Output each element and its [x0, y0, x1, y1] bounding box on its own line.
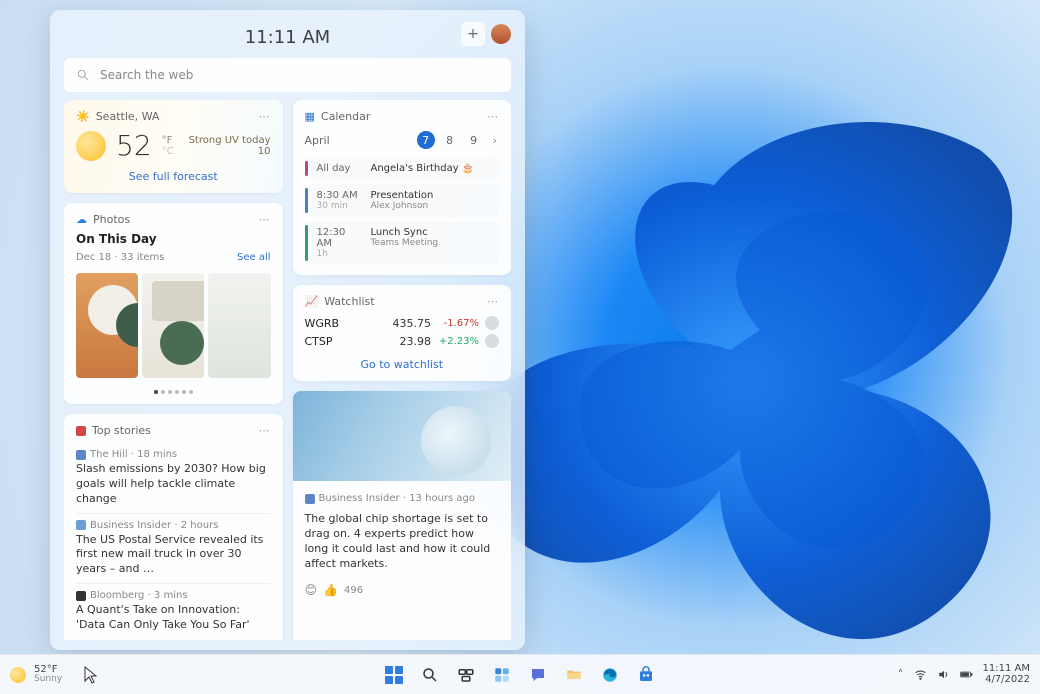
calendar-day[interactable]: 9 [465, 131, 483, 149]
file-explorer-button[interactable] [561, 662, 587, 688]
user-avatar[interactable] [491, 24, 511, 44]
taskbar-time: 11:11 AM [983, 664, 1030, 675]
calendar-event[interactable]: 8:30 AM30 minPresentationAlex Johnson [305, 184, 500, 217]
taskbar-date: 4/7/2022 [985, 675, 1030, 686]
top-stories-menu-button[interactable]: ⋯ [259, 424, 271, 437]
taskbar-center [381, 662, 659, 688]
watchlist-icon: 📈 [305, 295, 319, 308]
photo-thumbnail[interactable] [142, 273, 204, 378]
reaction-icon: 👍 [323, 583, 338, 597]
news-story[interactable]: Bloomberg · 3 minsA Quant's Take on Inno… [76, 583, 271, 639]
weather-widget[interactable]: ☀️ Seattle, WA ⋯ 52 °F °C Strong UV toda… [64, 100, 283, 193]
featured-image [293, 391, 512, 481]
search-icon [76, 68, 90, 82]
taskbar: 52°F Sunny ˄ [0, 654, 1040, 694]
weather-menu-button[interactable]: ⋯ [259, 110, 271, 123]
calendar-month: April [305, 134, 330, 147]
photo-thumbnail[interactable] [208, 273, 270, 378]
sun-icon [76, 131, 106, 161]
volume-icon[interactable] [937, 668, 950, 681]
calendar-widget[interactable]: ▦ Calendar ⋯ April 789 › All dayAngela's… [293, 100, 512, 275]
featured-source: Business Insider · 13 hours ago [305, 493, 500, 504]
news-story[interactable]: The Hill · 18 minsSlash emissions by 203… [76, 443, 271, 513]
featured-news-widget[interactable]: Business Insider · 13 hours ago The glob… [293, 391, 512, 640]
calendar-day[interactable]: 8 [441, 131, 459, 149]
reaction-icon: 😊 [305, 583, 318, 597]
calendar-next-button[interactable]: › [491, 134, 499, 147]
reaction-count: 496 [344, 585, 363, 596]
store-button[interactable] [633, 662, 659, 688]
weather-units: °F °C [162, 135, 174, 157]
photo-carousel[interactable] [76, 273, 271, 378]
calendar-day-picker: April 789 › [305, 131, 500, 149]
featured-headline[interactable]: The global chip shortage is set to drag … [305, 512, 500, 571]
start-button[interactable] [381, 662, 407, 688]
photo-thumbnail[interactable] [76, 273, 138, 378]
wifi-icon[interactable] [914, 668, 927, 681]
task-view-button[interactable] [453, 662, 479, 688]
photos-title: On This Day [76, 232, 271, 246]
system-tray[interactable]: ˄ 11:11 AM 4/7/2022 [898, 664, 1030, 685]
cursor-icon [84, 666, 98, 684]
news-story[interactable]: Business Insider · 2 hoursThe US Postal … [76, 513, 271, 584]
calendar-menu-button[interactable]: ⋯ [487, 110, 499, 123]
tray-chevron-icon[interactable]: ˄ [898, 668, 904, 682]
photos-menu-button[interactable]: ⋯ [259, 213, 271, 226]
taskbar-search-button[interactable] [417, 662, 443, 688]
weather-location: Seattle, WA [96, 110, 160, 123]
top-stories-header: Top stories [92, 424, 151, 437]
watchlist-widget[interactable]: 📈 Watchlist ⋯ WGRB435.75-1.67%CTSP23.98+… [293, 285, 512, 381]
calendar-icon: ▦ [305, 110, 315, 123]
weather-forecast-link[interactable]: See full forecast [76, 170, 271, 183]
photos-icon: ☁ [76, 213, 87, 226]
calendar-day[interactable]: 7 [417, 131, 435, 149]
weather-description: Strong UV today 10 [189, 135, 271, 157]
watchlist-row[interactable]: CTSP23.98+2.23% [305, 332, 500, 350]
calendar-event[interactable]: 12:30 AM1hLunch SyncTeams Meeting [305, 221, 500, 265]
photos-see-all-link[interactable]: See all [237, 252, 271, 263]
photos-header: Photos [93, 213, 130, 226]
photos-widget[interactable]: ☁ Photos ⋯ On This Day Dec 18 · 33 items… [64, 203, 283, 404]
calendar-event[interactable]: All dayAngela's Birthday 🎂 [305, 157, 500, 180]
search-placeholder: Search the web [100, 68, 193, 82]
top-stories-widget[interactable]: Top stories ⋯ The Hill · 18 minsSlash em… [64, 414, 283, 640]
calendar-header: Calendar [321, 110, 370, 123]
watchlist-header: Watchlist [324, 295, 374, 308]
watchlist-menu-button[interactable]: ⋯ [487, 295, 499, 308]
widgets-panel: 11:11 AM + Search the web ☀️ Seattle, WA… [50, 10, 525, 650]
battery-icon[interactable] [960, 668, 973, 681]
taskbar-weather-desc: Sunny [34, 675, 62, 684]
panel-time: 11:11 AM [245, 27, 330, 48]
weather-location-icon: ☀️ [76, 110, 90, 123]
chat-button[interactable] [525, 662, 551, 688]
watchlist-link[interactable]: Go to watchlist [305, 358, 500, 371]
photos-subtitle: Dec 18 · 33 items [76, 252, 165, 263]
edge-button[interactable] [597, 662, 623, 688]
taskbar-weather-button[interactable]: 52°F Sunny [10, 665, 98, 685]
featured-reactions[interactable]: 😊 👍 496 [305, 583, 500, 597]
weather-temp: 52 [116, 129, 152, 162]
news-icon [76, 426, 86, 436]
carousel-indicator [76, 390, 271, 394]
add-widget-button[interactable]: + [461, 22, 485, 46]
widgets-button[interactable] [489, 662, 515, 688]
search-input[interactable]: Search the web [64, 58, 511, 92]
weather-icon [10, 667, 26, 683]
watchlist-row[interactable]: WGRB435.75-1.67% [305, 314, 500, 332]
